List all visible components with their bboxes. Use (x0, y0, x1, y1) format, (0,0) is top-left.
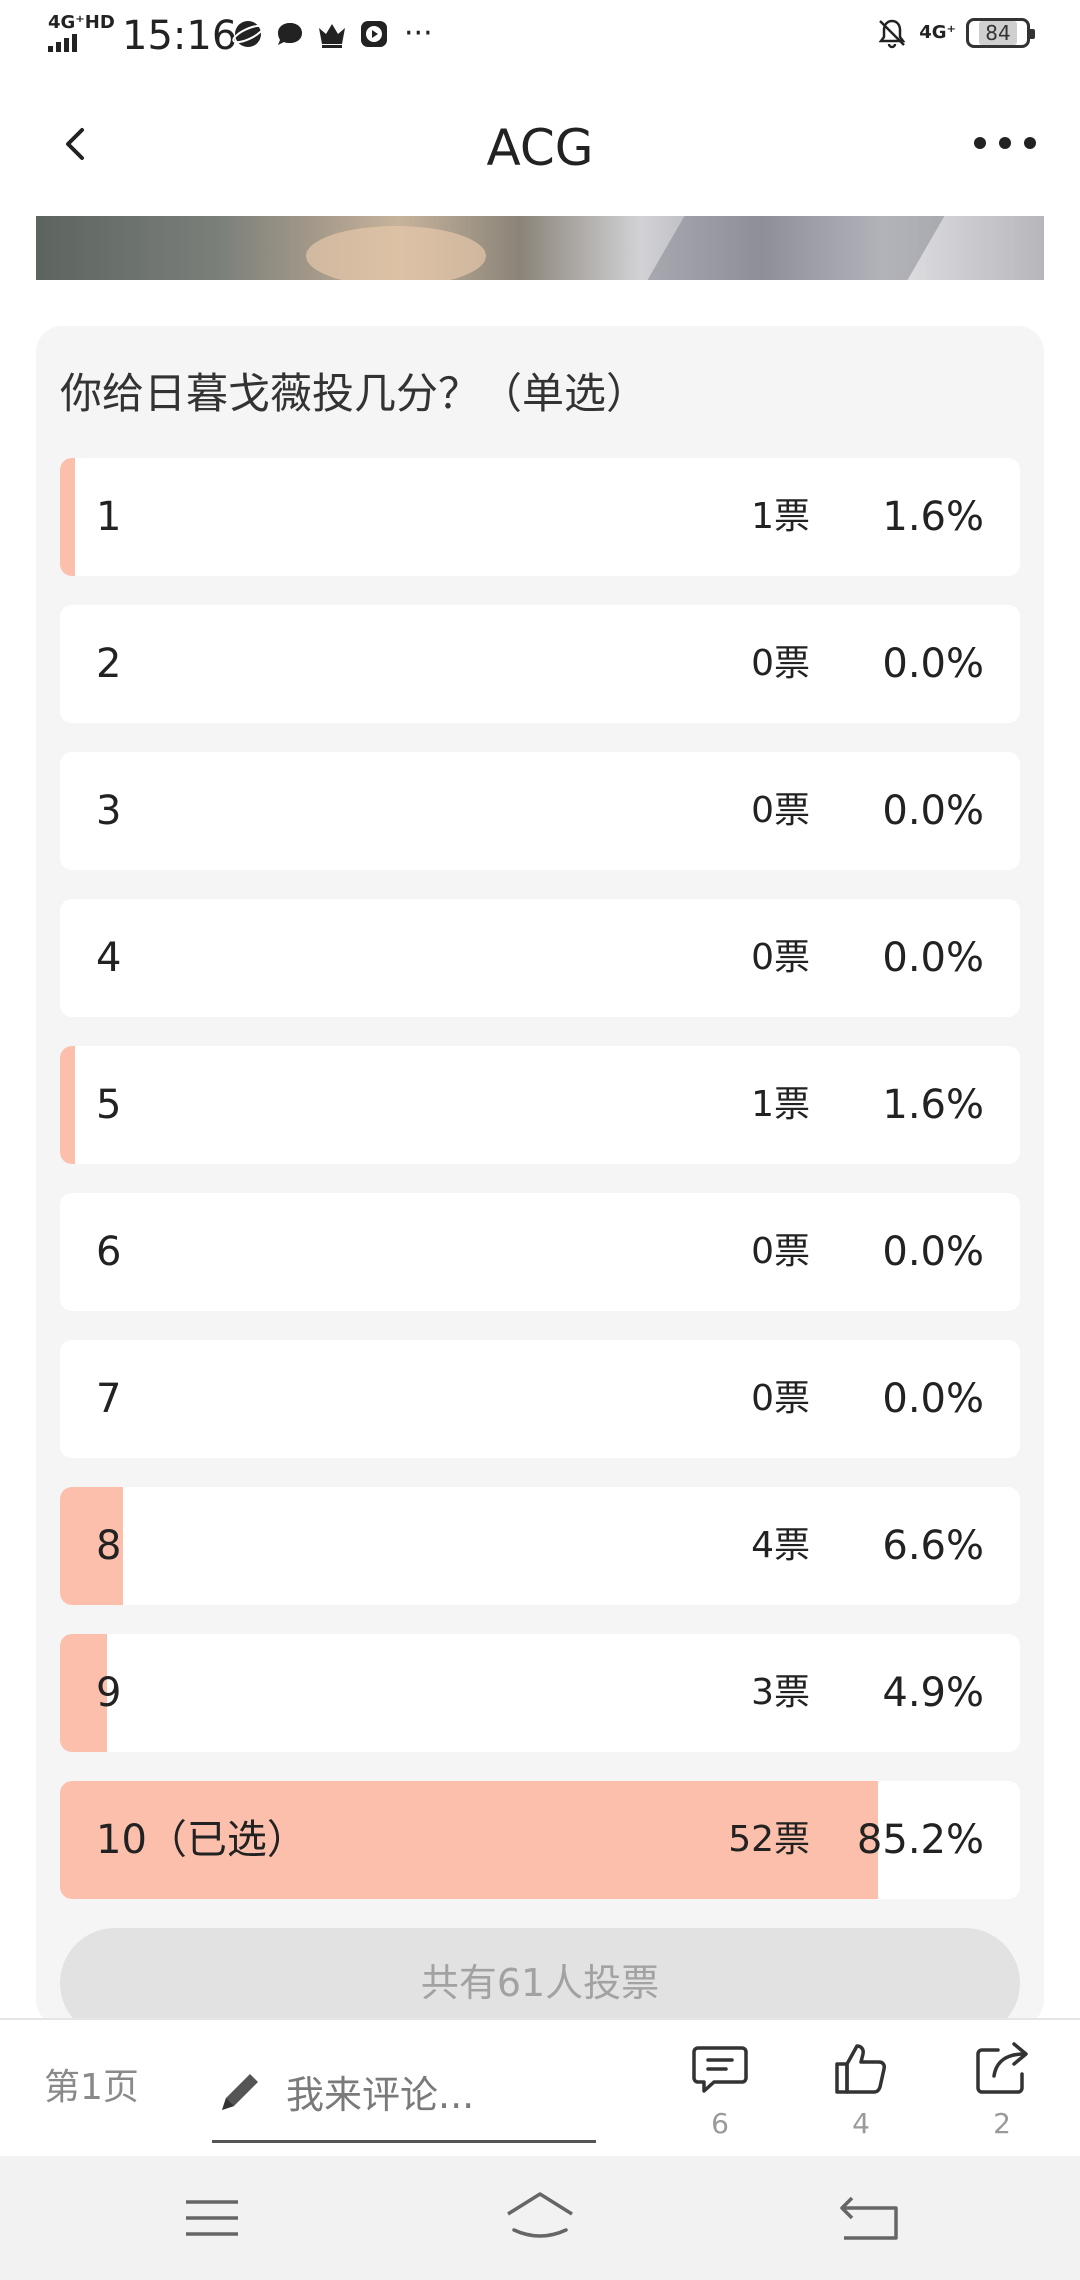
chat-bubble-icon (278, 23, 302, 45)
network-type-label: 4G⁺HD (48, 12, 115, 33)
battery-icon: 84 (966, 18, 1035, 48)
poll-option-label: 1 (96, 494, 122, 540)
poll-option[interactable]: 6 0票 0.0% (60, 1193, 1020, 1311)
poll-option-label: 7 (96, 1376, 122, 1422)
poll-option-label: 2 (96, 641, 122, 687)
signal-strength-icon (48, 34, 77, 52)
video-play-icon (361, 21, 387, 47)
poll-option-label: 6 (96, 1229, 122, 1275)
poll-option-votes: 52票 (728, 1819, 810, 1860)
poll-option[interactable]: 2 0票 0.0% (60, 605, 1020, 723)
battery-level: 84 (979, 21, 1017, 45)
poll-option-percent: 85.2% (856, 1817, 984, 1863)
poll-option[interactable]: 1 1票 1.6% (60, 458, 1020, 576)
poll-option-fill-bar (60, 458, 76, 576)
comments-count: 6 (711, 2107, 729, 2140)
poll-option-label: 9 (96, 1670, 122, 1716)
poll-option-label: 10（已选） (96, 1817, 307, 1863)
poll-option[interactable]: 8 4票 6.6% (60, 1487, 1020, 1605)
poll-option-label: 8 (96, 1523, 122, 1569)
status-time: 15:16 (122, 13, 238, 59)
poll-option-votes: 0票 (751, 937, 810, 978)
page-title: ACG (486, 119, 594, 177)
poll-option-label: 4 (96, 935, 122, 981)
comment-icon (692, 2046, 748, 2093)
back-icon[interactable] (830, 2186, 910, 2250)
bottom-action-bar: 第1页 我来评论... 6 4 2 (0, 2018, 1080, 2156)
poll-option[interactable]: 10（已选） 52票 85.2% (60, 1781, 1020, 1899)
pencil-icon (222, 2074, 258, 2110)
status-right: 4G⁺ 84 (875, 16, 1035, 50)
planet-icon (232, 21, 264, 47)
poll-option-votes: 1票 (751, 496, 810, 537)
notification-icons: ··· (232, 18, 433, 50)
system-navigation-bar (0, 2156, 1080, 2280)
home-icon[interactable] (500, 2186, 580, 2250)
page-number-button[interactable]: 第1页 (44, 2020, 139, 2156)
poll-option-percent: 0.0% (882, 641, 984, 687)
poll-question: 你给日暮戈薇投几分？（单选） (60, 369, 649, 418)
more-notifications-icon: ··· (404, 16, 433, 51)
poll-option-votes: 0票 (751, 1378, 810, 1419)
poll-option-percent: 1.6% (882, 1082, 984, 1128)
comment-placeholder: 我来评论... (286, 2073, 475, 2117)
poll-option-votes: 0票 (751, 643, 810, 684)
top-navigation-bar: ACG (0, 80, 1080, 210)
poll-option-label: 5 (96, 1082, 122, 1128)
thumbs-up-icon (835, 2044, 886, 2094)
poll-option-percent: 0.0% (882, 1229, 984, 1275)
poll-option[interactable]: 7 0票 0.0% (60, 1340, 1020, 1458)
comment-input[interactable]: 我来评论... (212, 2054, 596, 2143)
poll-option-votes: 1票 (751, 1084, 810, 1125)
poll-option-percent: 6.6% (882, 1523, 984, 1569)
poll-card: 你给日暮戈薇投几分？（单选） 1 1票 1.6% 2 0票 0.0% 3 0票 0.0% 4 0票 0… (36, 326, 1044, 2038)
more-dots-icon[interactable] (970, 128, 1040, 158)
poll-option[interactable]: 5 1票 1.6% (60, 1046, 1020, 1164)
poll-option-votes: 3票 (751, 1672, 810, 1713)
like-button[interactable]: 4 (816, 2038, 906, 2148)
poll-option-votes: 0票 (751, 790, 810, 831)
poll-option-votes: 0票 (751, 1231, 810, 1272)
crown-icon (319, 24, 345, 48)
poll-option-fill-bar (60, 1046, 76, 1164)
poll-option[interactable]: 4 0票 0.0% (60, 899, 1020, 1017)
poll-option-percent: 4.9% (882, 1670, 984, 1716)
poll-option[interactable]: 3 0票 0.0% (60, 752, 1020, 870)
post-image[interactable] (36, 216, 1044, 280)
poll-option-percent: 1.6% (882, 494, 984, 540)
poll-option-percent: 0.0% (882, 935, 984, 981)
status-bar: 4G⁺HD 15:16 ··· 4G⁺ 84 (0, 0, 1080, 70)
comments-button[interactable]: 6 (675, 2038, 765, 2148)
poll-option-label: 3 (96, 788, 122, 834)
poll-option-percent: 0.0% (882, 1376, 984, 1422)
shares-count: 2 (993, 2107, 1011, 2140)
poll-option[interactable]: 9 3票 4.9% (60, 1634, 1020, 1752)
bell-mute-icon (878, 19, 906, 49)
share-icon (976, 2042, 1028, 2094)
poll-option-percent: 0.0% (882, 788, 984, 834)
poll-option-votes: 4票 (751, 1525, 810, 1566)
menu-icon[interactable] (172, 2186, 252, 2250)
share-button[interactable]: 2 (957, 2038, 1047, 2148)
likes-count: 4 (852, 2107, 870, 2140)
network-type-right: 4G⁺ (919, 22, 956, 43)
